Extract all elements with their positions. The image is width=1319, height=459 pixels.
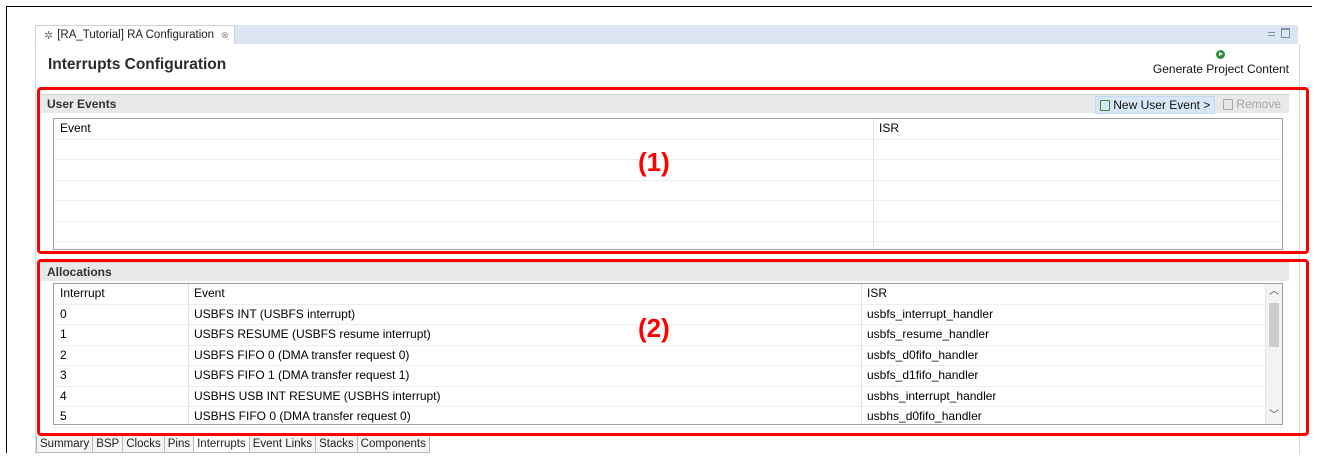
play-icon [1216, 50, 1226, 59]
tab-title: [RA_Tutorial] RA Configuration [57, 29, 215, 41]
minimize-icon[interactable] [1268, 32, 1275, 36]
tab-event-links[interactable]: Event Links [248, 436, 317, 453]
editor-tab-strip: ✲ [RA_Tutorial] RA Configuration ⊗ [35, 25, 1298, 45]
generate-label: Generate Project Content [1152, 62, 1289, 76]
generate-project-content-button[interactable]: Generate Project Content [1153, 50, 1289, 76]
tab-summary[interactable]: Summary [36, 436, 94, 453]
callout-1: (1) [638, 147, 670, 177]
tab-pins[interactable]: Pins [163, 436, 195, 453]
tab-stacks[interactable]: Stacks [315, 436, 358, 453]
highlight-box-2 [37, 259, 1309, 436]
bottom-tab-bar: Summary BSP Clocks Pins Interrupts Event… [36, 436, 430, 453]
tab-bsp[interactable]: BSP [92, 436, 124, 453]
gear-icon: ✲ [44, 29, 54, 42]
tab-interrupts[interactable]: Interrupts [193, 436, 250, 453]
maximize-icon[interactable] [1281, 28, 1290, 38]
close-icon[interactable]: ⊗ [221, 30, 229, 41]
window-controls [1268, 28, 1290, 38]
page-title: Interrupts Configuration [48, 56, 227, 73]
highlight-box-1 [37, 87, 1309, 254]
callout-2: (2) [638, 313, 670, 343]
tab-components[interactable]: Components [356, 436, 430, 453]
tab-ra-configuration[interactable]: ✲ [RA_Tutorial] RA Configuration ⊗ [35, 25, 235, 44]
tab-clocks[interactable]: Clocks [122, 436, 165, 453]
